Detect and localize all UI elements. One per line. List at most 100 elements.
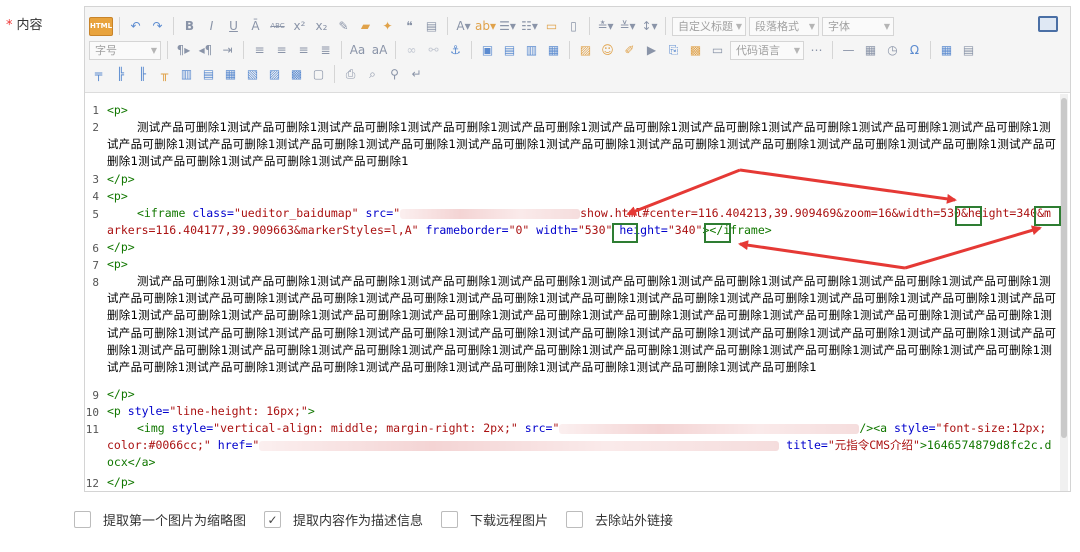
image-right-icon[interactable]: ▥	[522, 41, 541, 60]
clear-document-icon[interactable]: ▯	[564, 17, 583, 36]
checkbox-download-remote-images[interactable]	[441, 511, 459, 528]
html-source-button[interactable]: HTML	[89, 16, 113, 36]
separator	[119, 17, 120, 35]
anchor-icon[interactable]: ⚓	[446, 41, 465, 60]
option-download-remote-images[interactable]: 下载远程图片	[441, 510, 548, 529]
toolbar-row-2: 字号 ▼ ¶▸ ◂¶ ⇥ ≡ ≡ ≡ ≣ Aa aA ∞ ⚯ ⚓ ▣ ▤ ▥ ▦ …	[89, 39, 978, 61]
insert-paragraph-before-table-icon[interactable]: ╤	[89, 65, 108, 84]
merge-down-icon[interactable]: ▧	[243, 65, 262, 84]
font-size-select[interactable]: 字号 ▼	[89, 40, 161, 60]
image-none-icon[interactable]: ▣	[478, 41, 497, 60]
time-icon[interactable]: ◷	[883, 41, 902, 60]
font-family-select[interactable]: 字体 ▼	[822, 16, 894, 36]
attachment-icon[interactable]: ⎘	[664, 41, 683, 60]
undo-icon[interactable]: ↶	[126, 17, 145, 36]
split-to-rows-icon[interactable]: ▩	[287, 65, 306, 84]
select-all-icon[interactable]: ▭	[542, 17, 561, 36]
to-lowercase-icon[interactable]: aA	[370, 41, 389, 60]
code-line-1: <p>	[107, 103, 128, 117]
line-number: 6	[92, 242, 99, 255]
separator	[341, 41, 342, 59]
horizontal-rule-icon[interactable]: —	[839, 41, 858, 60]
checkbox-extract-thumbnail[interactable]	[74, 511, 91, 528]
font-border-icon[interactable]: Ā	[246, 17, 265, 36]
row-spacing-top-icon[interactable]: ≛▾	[596, 17, 615, 36]
map-icon[interactable]: ▩	[686, 41, 705, 60]
special-chars-icon[interactable]: Ω	[905, 41, 924, 60]
image-center-icon[interactable]: ▦	[544, 41, 563, 60]
line-height-icon[interactable]: ↕▾	[640, 17, 659, 36]
align-left-icon[interactable]: ≡	[250, 41, 269, 60]
ordered-list-icon[interactable]: ☰▾	[498, 17, 517, 36]
toolbar-row-3: ╤ ╠ ╟ ╥ ▥ ▤ ▦ ▧ ▨ ▩ ▢ ⎙ ⌕ ⚲ ↵	[89, 63, 426, 85]
link-icon[interactable]: ∞	[402, 41, 421, 60]
code-language-select[interactable]: 代码语言 ▼	[730, 40, 804, 60]
checkbox-remove-external-links[interactable]	[566, 511, 584, 528]
vertical-scrollbar[interactable]	[1060, 94, 1068, 491]
unlink-icon[interactable]: ⚯	[424, 41, 443, 60]
option-extract-description[interactable]: ✓ 提取内容作为描述信息	[264, 510, 423, 529]
source-code-view[interactable]: 1 2 3 4 5 6 7 8 9 10 11 12 <p> 测试产品可删除1测…	[85, 94, 1070, 491]
auto-typeset-icon[interactable]: ✦	[378, 17, 397, 36]
insert-row-icon[interactable]: ╠	[111, 65, 130, 84]
superscript-icon[interactable]: x²	[290, 17, 309, 36]
custom-title-select[interactable]: 自定义标题 ▼	[672, 16, 746, 36]
insert-table-icon[interactable]: ▦	[937, 41, 956, 60]
strikethrough-icon[interactable]: ABC	[268, 17, 287, 36]
image-left-icon[interactable]: ▤	[500, 41, 519, 60]
line-number: 2	[92, 121, 99, 134]
rtl-direction-icon[interactable]: ◂¶	[196, 41, 215, 60]
scrollbar-thumb[interactable]	[1061, 98, 1067, 438]
paragraph-format-select[interactable]: 段落格式 ▼	[749, 16, 819, 36]
delete-col-icon[interactable]: ▥	[177, 65, 196, 84]
emotion-icon[interactable]: ☺	[598, 41, 617, 60]
align-justify-icon[interactable]: ≣	[316, 41, 335, 60]
preview-icon[interactable]: ⌕	[363, 65, 382, 84]
split-to-cells-icon[interactable]: ▨	[265, 65, 284, 84]
insert-video-icon[interactable]: ▶	[642, 41, 661, 60]
help-icon[interactable]: ↵	[407, 65, 426, 84]
insert-col-icon[interactable]: ╥	[155, 65, 174, 84]
paste-plain-icon[interactable]: ▤	[422, 17, 441, 36]
split-to-cols-icon[interactable]: ▢	[309, 65, 328, 84]
separator	[665, 17, 666, 35]
unordered-list-icon[interactable]: ☷▾	[520, 17, 539, 36]
line-number: 9	[92, 389, 99, 402]
code-line-11: <img style="vertical-align: middle; marg…	[107, 421, 1052, 470]
separator	[447, 17, 448, 35]
font-color-icon[interactable]: A▾	[454, 17, 473, 36]
to-uppercase-icon[interactable]: Aa	[348, 41, 367, 60]
merge-right-icon[interactable]: ▦	[221, 65, 240, 84]
insert-image-icon[interactable]: ▨	[576, 41, 595, 60]
italic-icon[interactable]: I	[202, 17, 221, 36]
highlight-color-icon[interactable]: ab▾	[475, 17, 496, 36]
option-remove-external-links[interactable]: 去除站外链接	[566, 510, 673, 529]
rich-text-editor[interactable]: HTML ↶ ↷ B I U Ā ABC x² x₂ ✎ ▰ ✦ ❝ ▤ A▾ …	[84, 6, 1071, 492]
bold-icon[interactable]: B	[180, 17, 199, 36]
align-right-icon[interactable]: ≡	[294, 41, 313, 60]
indent-icon[interactable]: ⇥	[218, 41, 237, 60]
subscript-icon[interactable]: x₂	[312, 17, 331, 36]
eraser-icon[interactable]: ▰	[356, 17, 375, 36]
align-center-icon[interactable]: ≡	[272, 41, 291, 60]
redo-icon[interactable]: ↷	[148, 17, 167, 36]
print-icon[interactable]: ⎙	[341, 65, 360, 84]
merge-cells-icon[interactable]: ▤	[199, 65, 218, 84]
page-break-icon[interactable]: ⋯	[807, 41, 826, 60]
scrawl-icon[interactable]: ✐	[620, 41, 639, 60]
checkbox-extract-description[interactable]: ✓	[264, 511, 282, 528]
highlight-box-url-height	[1034, 206, 1061, 226]
insert-frame-icon[interactable]: ▭	[708, 41, 727, 60]
delete-table-icon[interactable]: ▤	[959, 41, 978, 60]
search-replace-icon[interactable]: ⚲	[385, 65, 404, 84]
blockquote-icon[interactable]: ❝	[400, 17, 419, 36]
delete-row-icon[interactable]: ╟	[133, 65, 152, 84]
option-extract-thumbnail[interactable]: 提取第一个图片为缩略图	[74, 510, 246, 529]
fullscreen-icon[interactable]	[1038, 16, 1058, 32]
row-spacing-bottom-icon[interactable]: ≚▾	[618, 17, 637, 36]
date-icon[interactable]: ▦	[861, 41, 880, 60]
separator	[243, 41, 244, 59]
ltr-direction-icon[interactable]: ¶▸	[174, 41, 193, 60]
underline-icon[interactable]: U	[224, 17, 243, 36]
format-match-icon[interactable]: ✎	[334, 17, 353, 36]
